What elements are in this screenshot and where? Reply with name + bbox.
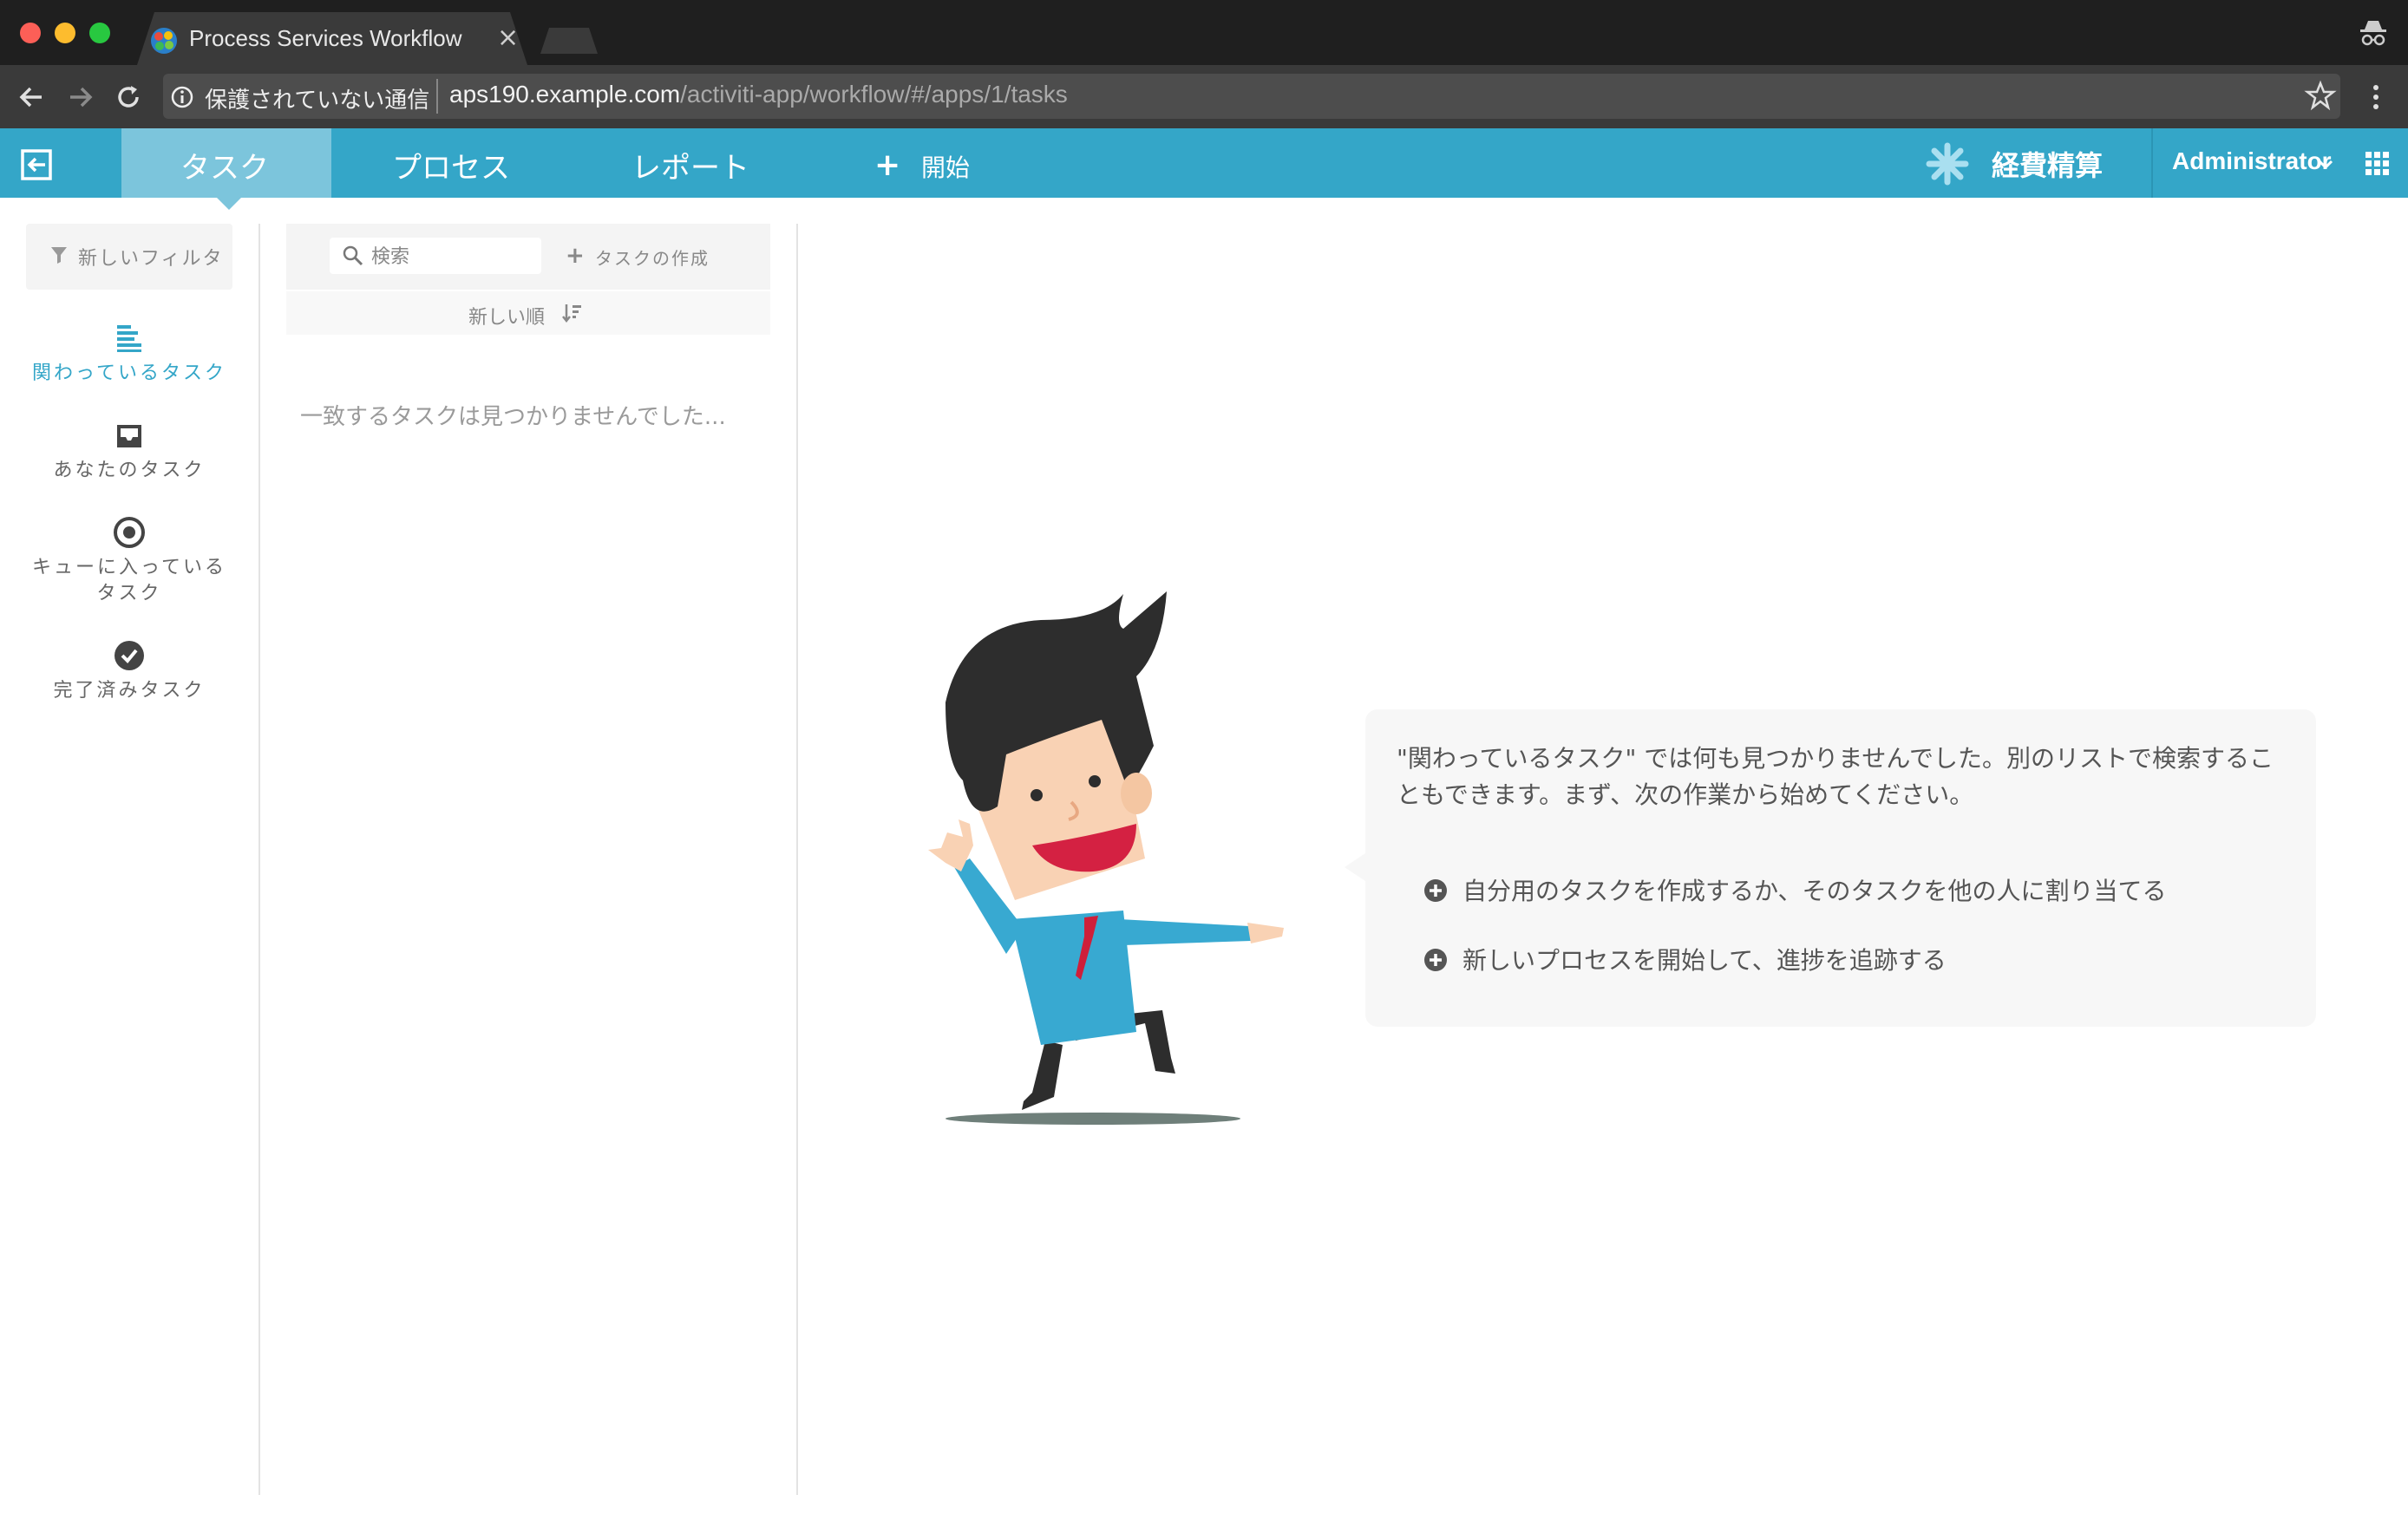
filter-label: 関わっているタスク	[32, 362, 226, 384]
reload-icon[interactable]	[112, 81, 145, 114]
sort-order-button[interactable]: 新しい順	[468, 302, 545, 330]
empty-task-list-message: 一致するタスクは見つかりませんでした...	[300, 404, 726, 430]
back-to-landing-icon[interactable]	[17, 146, 56, 184]
create-task-button[interactable]: タスクの作成	[595, 245, 710, 270]
action-label[interactable]: 新しいプロセスを開始して、進捗を追跡する	[1462, 942, 1947, 976]
info-icon[interactable]	[170, 85, 194, 109]
new-filter-label[interactable]: 新しいフィルタ	[78, 243, 224, 271]
help-message: "関わっているタスク" では何も見つかりませんでした。別のリストで検索することも…	[1397, 744, 2274, 809]
target-icon	[114, 517, 145, 548]
apps-grid-icon[interactable]	[2365, 151, 2391, 177]
filter-involved-tasks[interactable]: 関わっているタスク	[17, 321, 241, 387]
url-text[interactable]: aps190.example.com/activiti-app/workflow…	[449, 81, 1068, 108]
app-name: 経費精算	[1992, 149, 2104, 182]
bookmark-star-icon[interactable]	[2304, 79, 2337, 112]
browser-tab-title: Process Services Workflow	[189, 25, 462, 51]
window-minimize-button[interactable]	[55, 23, 75, 43]
filter-my-tasks[interactable]: あなたのタスク	[17, 418, 241, 484]
incognito-icon	[2360, 21, 2386, 46]
active-tab-caret	[217, 198, 241, 210]
forward-arrow-icon[interactable]	[63, 81, 96, 114]
tab-processes[interactable]: プロセス	[392, 144, 510, 186]
start-plus-icon[interactable]: +	[874, 147, 900, 183]
browser-menu-icon[interactable]	[2363, 81, 2389, 114]
inbox-icon	[117, 425, 141, 447]
security-warning[interactable]: 保護されていない通信	[205, 82, 429, 114]
plus-circle-icon	[1424, 949, 1447, 971]
involved-tasks-icon	[117, 325, 141, 352]
user-menu[interactable]: Administrator	[2172, 147, 2332, 175]
funnel-icon	[51, 247, 67, 264]
tab-tasks-label[interactable]: タスク	[180, 144, 269, 186]
check-circle-icon	[115, 641, 144, 670]
column-divider	[796, 224, 798, 1495]
column-divider	[258, 224, 260, 1495]
filter-queued-tasks[interactable]: キューに入っている タスク	[17, 515, 241, 607]
new-tab-button[interactable]	[540, 28, 598, 54]
window-close-button[interactable]	[20, 23, 41, 43]
filter-completed-tasks[interactable]: 完了済みタスク	[17, 638, 241, 704]
start-button[interactable]: 開始	[921, 149, 970, 184]
plus-icon[interactable]: +	[566, 243, 585, 269]
mascot-illustration	[928, 591, 1284, 1125]
browser-toolbar: 保護されていない通信 aps190.example.com/activiti-a…	[0, 65, 2408, 128]
url-path: /activiti-app/workflow/#/apps/1/tasks	[680, 81, 1068, 108]
url-host: aps190.example.com	[449, 81, 681, 108]
tab-close-icon[interactable]: ×	[497, 23, 519, 53]
filter-label: あなたのタスク	[53, 460, 206, 481]
header-divider	[2151, 128, 2153, 198]
filter-label: 完了済みタスク	[53, 680, 206, 702]
tab-reports[interactable]: レポート	[631, 144, 749, 186]
favicon-icon	[151, 28, 177, 54]
url-divider	[436, 79, 438, 114]
search-icon	[343, 245, 363, 266]
app-header: タスク プロセス レポート + 開始 経費精算 Administrator	[0, 128, 2408, 210]
filter-label: キューに入っている タスク	[32, 557, 226, 604]
plus-circle-icon	[1424, 879, 1447, 902]
sort-descending-icon[interactable]	[560, 302, 583, 324]
window-maximize-button[interactable]	[89, 23, 110, 43]
back-arrow-icon[interactable]	[16, 81, 49, 114]
chevron-down-icon[interactable]	[2316, 154, 2335, 173]
browser-tab-bar: Process Services Workflow ×	[0, 0, 2408, 65]
asterisk-icon	[1926, 142, 1969, 186]
help-card-pointer	[1345, 853, 1365, 881]
action-label[interactable]: 自分用のタスクを作成するか、そのタスクを他の人に割り当てる	[1462, 872, 2166, 907]
search-input[interactable]	[370, 241, 538, 272]
